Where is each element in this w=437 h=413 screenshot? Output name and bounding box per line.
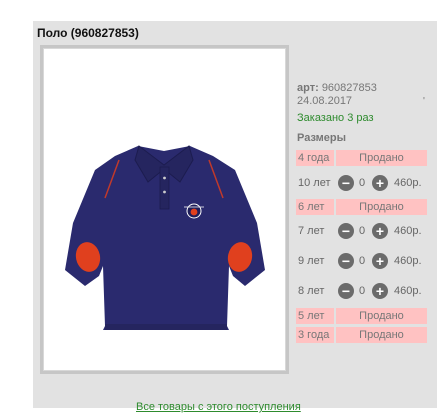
- size-label: 9 лет: [298, 255, 325, 267]
- size-label: 3 года: [296, 327, 334, 343]
- size-label: 5 лет: [296, 308, 334, 324]
- article-label: арт:: [297, 82, 319, 94]
- size-row: 9 лет − 0 + 460р.: [296, 253, 427, 269]
- article-line: арт: 960827853: [297, 82, 377, 95]
- sold-status: Продано: [336, 199, 427, 215]
- plus-circle-icon[interactable]: +: [372, 223, 388, 239]
- sold-status: Продано: [336, 327, 427, 343]
- plus-circle-icon[interactable]: +: [372, 175, 388, 191]
- sizes-heading: Размеры: [297, 132, 347, 144]
- sold-status: Продано: [336, 308, 427, 324]
- minus-circle-icon[interactable]: −: [338, 175, 354, 191]
- plus-circle-icon[interactable]: +: [372, 283, 388, 299]
- price: 460р.: [394, 285, 422, 297]
- minus-circle-icon[interactable]: −: [338, 253, 354, 269]
- size-label: 7 лет: [298, 225, 325, 237]
- size-row: 6 лет Продано: [296, 199, 427, 215]
- quantity-value: 0: [359, 285, 366, 297]
- minus-circle-icon[interactable]: −: [338, 223, 354, 239]
- ordered-count: Заказано 3 раз: [297, 112, 374, 124]
- quantity-value: 0: [359, 225, 366, 237]
- price: 460р.: [394, 225, 422, 237]
- size-label: 8 лет: [298, 285, 325, 297]
- plus-circle-icon[interactable]: +: [372, 253, 388, 269]
- quantity-value: 0: [359, 177, 366, 189]
- size-label: 4 года: [296, 150, 334, 166]
- size-row: 3 года Продано: [296, 327, 427, 343]
- arrival-date: 24.08.2017: [297, 95, 353, 107]
- size-label: 10 лет: [298, 177, 331, 189]
- article-value: 960827853: [321, 82, 377, 94]
- size-row: 7 лет − 0 + 460р.: [296, 223, 427, 239]
- price: 460р.: [394, 255, 422, 267]
- size-row: 5 лет Продано: [296, 308, 427, 324]
- minus-circle-icon[interactable]: −: [338, 283, 354, 299]
- price: 460р.: [394, 177, 422, 189]
- polo-shirt-image: [65, 145, 265, 330]
- size-row: 8 лет − 0 + 460р.: [296, 283, 427, 299]
- product-photo[interactable]: [40, 45, 289, 374]
- product-title: Поло (960827853): [37, 26, 139, 40]
- all-arrival-items-link[interactable]: Все товары с этого поступления: [136, 401, 301, 413]
- tick-mark: ': [423, 96, 425, 107]
- sold-status: Продано: [336, 150, 427, 166]
- size-label: 6 лет: [296, 199, 334, 215]
- quantity-value: 0: [359, 255, 366, 267]
- size-row: 10 лет − 0 + 460р.: [296, 175, 427, 191]
- size-row: 4 года Продано: [296, 150, 427, 166]
